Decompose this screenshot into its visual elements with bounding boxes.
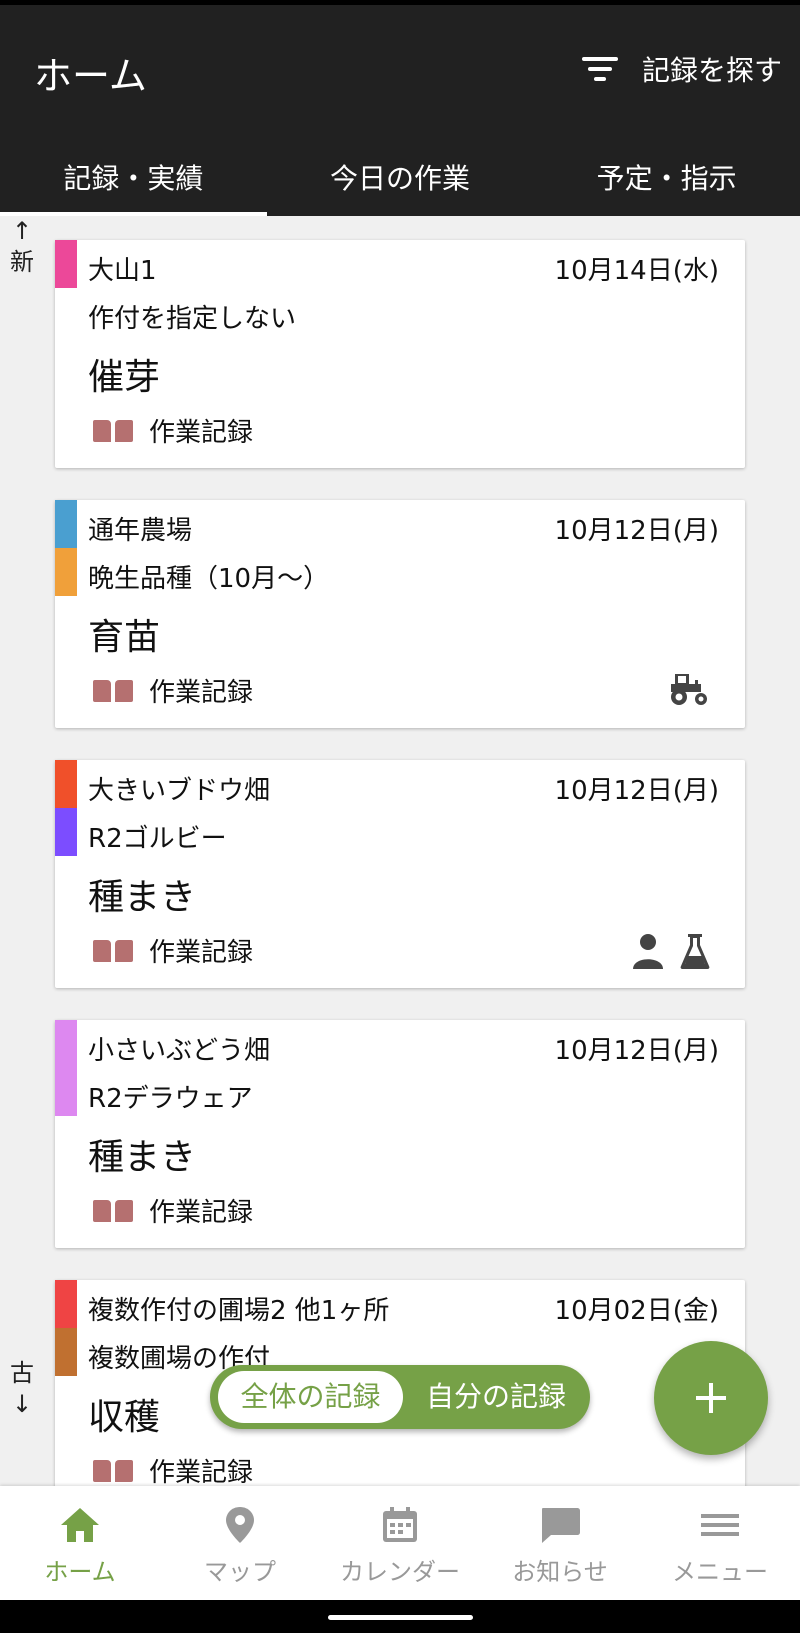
nav-menu[interactable]: メニュー <box>640 1486 800 1600</box>
record-date: 10月02日(金) <box>554 1296 719 1326</box>
tab-today[interactable]: 今日の作業 <box>267 130 534 216</box>
crop-color-bar <box>55 548 77 596</box>
person-icon <box>633 934 663 969</box>
record-date: 10月12日(月) <box>554 516 719 546</box>
nav-map[interactable]: マップ <box>160 1486 320 1600</box>
record-field: 小さいぶどう畑 <box>88 1036 271 1066</box>
record-card[interactable]: 大きいブドウ畑 10月12日(月) R2ゴルビー 種まき 作業記録 <box>55 760 745 988</box>
record-type-label: 作業記録 <box>149 1198 254 1228</box>
tab-bar: 記録・実績 今日の作業 予定・指示 <box>0 130 800 216</box>
calendar-icon <box>383 1507 417 1542</box>
map-pin-icon <box>226 1507 254 1543</box>
record-type: 作業記録 <box>93 412 253 449</box>
my-records-option[interactable]: 自分の記録 <box>410 1371 582 1423</box>
older-indicator: 古 ↓ <box>10 1359 34 1419</box>
field-color-bar <box>55 760 77 808</box>
book-icon <box>93 1198 133 1224</box>
record-type-label: 作業記録 <box>149 678 254 708</box>
book-icon <box>93 678 133 704</box>
record-card[interactable]: 小さいぶどう畑 10月12日(月) R2デラウェア 種まき 作業記録 <box>55 1020 745 1248</box>
tab-records[interactable]: 記録・実績 <box>0 130 267 216</box>
record-crop: R2ゴルビー <box>88 824 227 854</box>
search-records-button[interactable]: 記録を探す <box>581 49 782 89</box>
menu-icon <box>701 1514 739 1536</box>
record-field: 通年農場 <box>88 516 193 546</box>
record-attributes <box>631 932 711 970</box>
newer-indicator: ↑ 新 <box>10 217 34 277</box>
tab-schedule[interactable]: 予定・指示 <box>533 130 800 216</box>
record-crop: R2デラウェア <box>88 1084 253 1114</box>
nav-notifications-label: お知らせ <box>512 1558 608 1586</box>
record-task: 種まき <box>88 1137 197 1178</box>
field-color-bar <box>55 1280 77 1328</box>
home-indicator[interactable] <box>328 1615 473 1620</box>
chat-icon <box>542 1508 580 1543</box>
nav-menu-label: メニュー <box>672 1558 768 1586</box>
nav-calendar-label: カレンダー <box>340 1558 460 1586</box>
field-color-bar <box>55 1020 77 1116</box>
page-title: ホーム <box>34 54 147 98</box>
record-task: 収穫 <box>88 1397 161 1438</box>
record-type: 作業記録 <box>93 1452 253 1486</box>
record-task: 種まき <box>88 877 197 918</box>
record-type-label: 作業記録 <box>149 938 254 968</box>
tractor-icon <box>671 674 707 705</box>
search-records-label: 記録を探す <box>641 54 782 87</box>
record-date: 10月12日(月) <box>554 776 719 806</box>
app-screen: ホーム 記録を探す 記録・実績 今日の作業 予定・指示 ↑ 新 古 ↓ 大山1 10… <box>0 0 800 1633</box>
record-field: 複数作付の圃場2 他1ヶ所 <box>88 1296 390 1326</box>
record-task: 催芽 <box>88 357 161 398</box>
record-list[interactable]: ↑ 新 古 ↓ 大山1 10月14日(水) 作付を指定しない 催芽 作業記録 通年農… <box>0 216 800 1486</box>
record-type: 作業記録 <box>93 1192 253 1229</box>
book-icon <box>93 418 133 444</box>
flask-icon <box>680 934 710 969</box>
book-icon <box>93 1458 133 1484</box>
crop-color-bar <box>55 808 77 856</box>
record-scope-toggle: 全体の記録 自分の記録 <box>210 1365 590 1429</box>
record-task: 育苗 <box>88 617 161 658</box>
record-attributes <box>667 672 711 706</box>
nav-calendar[interactable]: カレンダー <box>320 1486 480 1600</box>
record-card[interactable]: 大山1 10月14日(水) 作付を指定しない 催芽 作業記録 <box>55 240 745 468</box>
record-card[interactable]: 通年農場 10月12日(月) 晩生品種（10月～） 育苗 作業記録 <box>55 500 745 728</box>
all-records-option[interactable]: 全体の記録 <box>218 1371 403 1423</box>
field-color-bar <box>55 500 77 548</box>
record-crop: 晩生品種（10月～） <box>88 564 330 594</box>
nav-home[interactable]: ホーム <box>0 1486 160 1600</box>
record-date: 10月12日(月) <box>554 1036 719 1066</box>
crop-color-bar <box>55 1328 77 1376</box>
record-field: 大山1 <box>88 256 157 286</box>
filter-icon <box>581 55 618 83</box>
record-field: 大きいブドウ畑 <box>88 776 271 806</box>
nav-home-label: ホーム <box>44 1558 116 1586</box>
nav-map-label: マップ <box>204 1558 276 1586</box>
record-date: 10月14日(水) <box>554 256 719 286</box>
bottom-navigation: ホーム マップ カレンダー お知らせ メニュー <box>0 1486 800 1600</box>
field-color-bar <box>55 240 77 288</box>
system-gesture-bar <box>0 1600 800 1633</box>
book-icon <box>93 938 133 964</box>
record-type: 作業記録 <box>93 672 253 709</box>
record-type-label: 作業記録 <box>149 418 254 448</box>
add-record-button[interactable] <box>654 1341 768 1455</box>
record-crop: 作付を指定しない <box>88 304 297 334</box>
record-type: 作業記録 <box>93 932 253 969</box>
app-header: ホーム 記録を探す 記録・実績 今日の作業 予定・指示 <box>0 0 800 216</box>
nav-notifications[interactable]: お知らせ <box>480 1486 640 1600</box>
record-type-label: 作業記録 <box>149 1458 254 1486</box>
home-icon <box>61 1508 99 1542</box>
